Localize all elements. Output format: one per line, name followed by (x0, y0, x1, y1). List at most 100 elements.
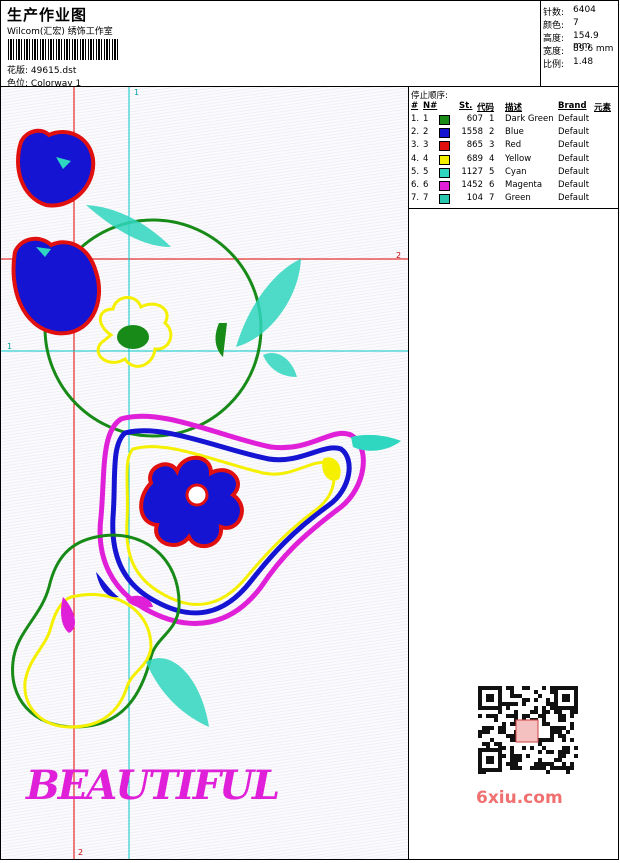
watermark: 6xiu.com (476, 788, 563, 808)
guide-label-1-left: 1 (7, 342, 12, 351)
stop-sequence-table: 停止顺序: # N# St. 代码 描述 Brand 元素 1. 1 607 1 Dar… (409, 87, 618, 209)
row-n: 2 (423, 127, 429, 138)
row-code: 7 (489, 193, 495, 204)
small-pear-green (11, 533, 181, 729)
color-swatch (439, 181, 450, 191)
row-brand: Default (558, 127, 590, 138)
table-row: 7. 7 104 7 Green Default (409, 193, 618, 206)
header-panel: 生产作业图 Wilcom(汇宏) 绣饰工作室 花版: 49615.dst 色位:… (1, 1, 541, 89)
row-stitches: 865 (466, 140, 483, 151)
cherry-top (16, 128, 96, 208)
col-brand: Brand (558, 101, 587, 111)
row-brand: Default (558, 114, 590, 124)
stat-scale: 比例: 1.48 (543, 57, 594, 70)
row-desc: Yellow (505, 153, 532, 164)
row-stitches: 104 (466, 193, 483, 204)
color-swatch (439, 154, 450, 165)
row-brand: Default (558, 166, 590, 177)
color-swatch (439, 167, 450, 178)
row-code: 6 (489, 180, 495, 190)
row-n: 3 (423, 140, 429, 151)
row-code: 5 (489, 166, 495, 177)
guide-label-2-bottom: 2 (78, 848, 83, 857)
small-pear-magenta-left (61, 597, 76, 633)
table-header: # N# St. 代码 描述 Brand 元素 (409, 101, 618, 114)
row-brand: Default (558, 140, 590, 151)
table-row: 1. 1 607 1 Dark Green Default (409, 114, 618, 127)
row-index: 1. (411, 114, 420, 124)
row-n: 6 (423, 180, 429, 190)
small-pear-yellow (23, 592, 153, 729)
color-swatch (439, 115, 450, 125)
row-index: 7. (411, 193, 420, 204)
page-title: 生产作业图 (7, 6, 88, 24)
design-label: 花版: (7, 66, 29, 76)
row-desc: Cyan (505, 166, 527, 177)
table-row: 5. 5 1127 5 Cyan Default (409, 167, 618, 180)
row-code: 3 (489, 140, 495, 151)
row-index: 5. (411, 166, 420, 177)
row-stitches: 607 (466, 114, 483, 124)
apple-stem (215, 323, 227, 357)
row-desc: Green (505, 193, 531, 204)
row-n: 7 (423, 193, 429, 204)
yellow-flower-center (117, 325, 149, 349)
col-stitches: St. (459, 101, 473, 111)
color-swatch (439, 128, 450, 139)
row-brand: Default (558, 153, 590, 164)
row-desc: Blue (505, 127, 524, 138)
row-stitches: 1558 (461, 127, 483, 138)
col-n: N# (423, 101, 438, 111)
stat-stitches: 针数: 6404 (543, 5, 596, 18)
row-stitches: 689 (466, 153, 483, 164)
stats-panel: 针数: 6404 颜色: 7 高度: 154.9 mm 宽度: 89.6 mm 比例: 1… (541, 1, 618, 87)
row-n: 1 (423, 114, 429, 124)
qr-code (470, 680, 582, 780)
row-index: 3. (411, 140, 420, 151)
col-index: # (411, 101, 419, 111)
stat-width: 宽度: 89.6 mm (543, 44, 614, 57)
apple-leaf-small (263, 353, 297, 377)
table-row: 3. 3 865 3 Red Default (409, 140, 618, 153)
barcode (8, 39, 118, 60)
row-stitches: 1452 (461, 180, 483, 190)
row-brand: Default (558, 180, 590, 190)
table-caption: 停止顺序: (411, 91, 448, 101)
row-code: 4 (489, 153, 495, 164)
color-swatch (439, 141, 450, 152)
pear-flower-center (185, 483, 209, 507)
col-desc: 描述 (505, 103, 523, 113)
stat-height: 高度: 154.9 mm (543, 31, 599, 51)
row-index: 6. (411, 180, 420, 190)
col-element: 元素 (594, 103, 612, 113)
row-stitches: 1127 (461, 166, 483, 177)
embroidery-design: 1 1 2 2 BEAUTIFUL (1, 87, 408, 859)
stat-colors: 颜色: 7 (543, 18, 579, 31)
design-line: 花版: 49615.dst (7, 63, 76, 76)
row-desc: Dark Green (505, 114, 554, 124)
row-desc: Red (505, 140, 522, 151)
row-desc: Magenta (505, 180, 543, 190)
pear-yellow-spot (322, 457, 341, 481)
row-brand: Default (558, 193, 590, 204)
company-name: Wilcom(汇宏) 绣饰工作室 (7, 27, 113, 37)
cherry-bottom (11, 236, 102, 336)
color-swatch (439, 194, 450, 205)
row-code: 1 (489, 114, 495, 124)
table-row: 6. 6 1452 6 Magenta Default (409, 180, 618, 193)
guide-label-2-right: 2 (396, 251, 401, 260)
guide-label-1-top: 1 (134, 88, 139, 97)
table-row: 4. 4 689 4 Yellow Default (409, 154, 618, 167)
row-n: 5 (423, 166, 429, 177)
small-pear-leaf (146, 658, 209, 727)
row-n: 4 (423, 153, 429, 164)
col-code: 代码 (477, 103, 495, 113)
design-canvas: 1 1 2 2 BEAUTIFUL (1, 87, 409, 859)
row-index: 4. (411, 153, 420, 164)
design-text: BEAUTIFUL (25, 762, 278, 809)
row-code: 2 (489, 127, 495, 138)
design-value: 49615.dst (30, 66, 77, 76)
row-index: 2. (411, 127, 420, 138)
table-row: 2. 2 1558 2 Blue Default (409, 127, 618, 140)
pear-stem-leaf (351, 434, 401, 451)
